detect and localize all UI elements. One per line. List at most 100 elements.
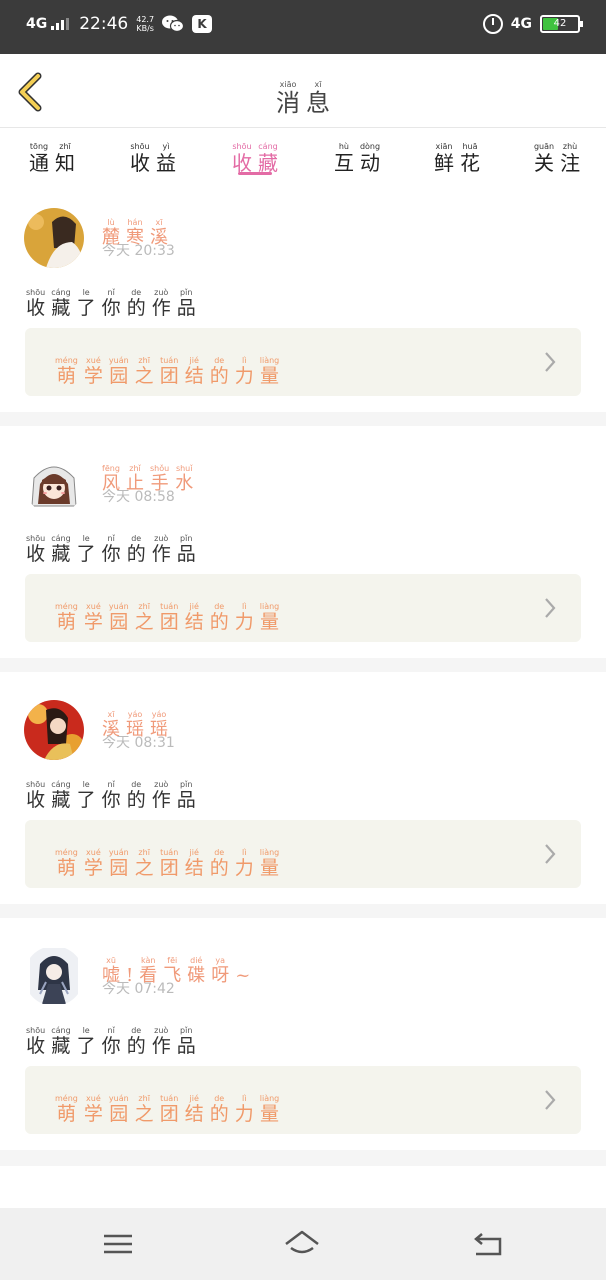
tab-label-char: xiān 鲜 xyxy=(434,142,454,175)
work-title-char: liàng 量 xyxy=(259,848,280,879)
action-char: zuò 作 xyxy=(151,1026,171,1057)
user-name-char: ya 呀 xyxy=(211,956,230,986)
tab-1[interactable]: shōu 收 yì 益 xyxy=(118,134,188,175)
work-title-char: méng 萌 xyxy=(55,356,78,387)
tab-2[interactable]: shōu 收 cáng 藏 xyxy=(220,134,290,175)
message-item: xī 溪 yáo 瑶 yáo 瑶今天 08:31 shōu 收 cáng 藏 le 了 nǐ 你 de 的 zu… xyxy=(0,672,606,902)
action-text: shōu 收 cáng 藏 le 了 nǐ 你 de 的 zuò 作 pǐn 品 xyxy=(26,772,196,810)
work-title-char: de 的 xyxy=(209,356,229,387)
tab-label-char: zhù 注 xyxy=(560,142,581,175)
work-title-char: jié 结 xyxy=(184,602,204,633)
work-title: méng 萌 xué 学 yuán 园 zhī 之 tuán 团 jié 结 de 的 lì 力 liàng 量 xyxy=(55,348,279,386)
tab-label-char: guān 关 xyxy=(533,142,555,175)
system-nav-bar xyxy=(0,1208,606,1280)
work-title-char: lì 力 xyxy=(234,602,254,633)
work-title-char: yuán 园 xyxy=(108,848,129,879)
work-link[interactable]: méng 萌 xué 学 yuán 园 zhī 之 tuán 团 jié 结 de 的 lì 力 liàng 量 xyxy=(25,820,581,888)
work-title-char: jié 结 xyxy=(184,1094,204,1125)
divider xyxy=(0,1150,606,1166)
action-char: nǐ 你 xyxy=(101,780,121,811)
action-char: zuò 作 xyxy=(151,780,171,811)
message-time: 今天 07:42 xyxy=(102,978,175,998)
work-title-char: liàng 量 xyxy=(259,602,280,633)
work-title-char: de 的 xyxy=(209,602,229,633)
action-char: pǐn 品 xyxy=(176,1026,196,1057)
action-text: shōu 收 cáng 藏 le 了 nǐ 你 de 的 zuò 作 pǐn 品 xyxy=(26,280,196,318)
action-char: le 了 xyxy=(76,534,96,565)
action-char: le 了 xyxy=(76,780,96,811)
tab-5[interactable]: guān 关 zhù 注 xyxy=(522,134,592,175)
day-label: 今天 xyxy=(102,735,130,751)
tab-label-char: cáng 藏 xyxy=(258,142,278,175)
title-char: xiāo 消 xyxy=(276,80,300,117)
tab-3[interactable]: hù 互 dòng 动 xyxy=(322,134,392,174)
tab-4[interactable]: xiān 鲜 huā 花 xyxy=(422,134,492,175)
action-char: cáng 藏 xyxy=(51,288,71,319)
action-char: pǐn 品 xyxy=(176,780,196,811)
avatar[interactable] xyxy=(24,208,84,268)
work-title-char: xué 学 xyxy=(83,602,103,633)
action-char: shōu 收 xyxy=(26,534,46,565)
work-link[interactable]: méng 萌 xué 学 yuán 园 zhī 之 tuán 团 jié 结 de 的 lì 力 liàng 量 xyxy=(25,574,581,642)
action-char: cáng 藏 xyxy=(51,534,71,565)
action-char: cáng 藏 xyxy=(51,1026,71,1057)
tab-0[interactable]: tōng 通 zhī 知 xyxy=(17,134,87,174)
alarm-icon xyxy=(482,14,503,34)
action-text: shōu 收 cáng 藏 le 了 nǐ 你 de 的 zuò 作 pǐn 品 xyxy=(26,1018,196,1056)
message-time: 今天 08:58 xyxy=(102,486,175,506)
chevron-right-icon xyxy=(545,598,556,618)
user-name-char: ~ xyxy=(235,965,251,986)
work-title-char: zhī 之 xyxy=(134,356,154,387)
day-label: 今天 xyxy=(102,981,130,997)
action-char: shōu 收 xyxy=(26,780,46,811)
work-title-char: zhī 之 xyxy=(134,848,154,879)
time-label: 08:31 xyxy=(130,735,175,751)
avatar[interactable] xyxy=(24,700,84,760)
day-label: 今天 xyxy=(102,243,130,259)
chevron-right-icon xyxy=(545,1090,556,1110)
back-icon[interactable] xyxy=(468,1226,508,1262)
action-char: pǐn 品 xyxy=(176,534,196,565)
message-item: xū 嘘 ! kàn 看 fēi 飞 dié 碟 ya 呀 ~ 今天 07:42 shōu 收 cáng 藏… xyxy=(0,918,606,1148)
action-text: shōu 收 cáng 藏 le 了 nǐ 你 de 的 zuò 作 pǐn 品 xyxy=(26,526,196,564)
message-item: fēng 风 zhǐ 止 shǒu 手 shuǐ 水今天 08:58 shōu 收 cáng 藏 le 了… xyxy=(0,426,606,656)
avatar[interactable] xyxy=(24,454,84,514)
home-icon[interactable] xyxy=(282,1226,322,1262)
menu-icon[interactable] xyxy=(98,1226,138,1262)
work-title-char: lì 力 xyxy=(234,848,254,879)
action-char: de 的 xyxy=(126,1026,146,1057)
work-title-char: jié 结 xyxy=(184,356,204,387)
work-title-char: liàng 量 xyxy=(259,1094,280,1125)
work-title-char: jié 结 xyxy=(184,848,204,879)
message-time: 今天 08:31 xyxy=(102,732,175,752)
tab-label-char: shōu 收 xyxy=(232,142,252,175)
network-type: 4G xyxy=(26,16,48,32)
work-link[interactable]: méng 萌 xué 学 yuán 园 zhī 之 tuán 团 jié 结 de 的 lì 力 liàng 量 xyxy=(25,1066,581,1134)
work-title-char: yuán 园 xyxy=(108,602,129,633)
active-tab-indicator xyxy=(238,172,272,175)
work-title: méng 萌 xué 学 yuán 园 zhī 之 tuán 团 jié 结 de 的 lì 力 liàng 量 xyxy=(55,594,279,632)
work-title-char: xué 学 xyxy=(83,848,103,879)
chevron-right-icon xyxy=(545,352,556,372)
action-char: shōu 收 xyxy=(26,288,46,319)
work-title-char: méng 萌 xyxy=(55,848,78,879)
work-title-char: tuán 团 xyxy=(159,1094,179,1125)
time-label: 07:42 xyxy=(130,981,175,997)
user-name-char: shuǐ 水 xyxy=(175,464,194,494)
app-badge-icon: K xyxy=(192,15,213,33)
signal-icon xyxy=(51,18,70,30)
work-title-char: xué 学 xyxy=(83,1094,103,1125)
work-title-char: yuán 园 xyxy=(108,356,129,387)
tab-label-char: yì 益 xyxy=(156,142,176,175)
time-label: 08:58 xyxy=(130,489,175,505)
avatar[interactable] xyxy=(24,946,84,1006)
tab-bar: tōng 通 zhī 知 shōu 收 yì 益 shōu 收 cáng 藏 hù 互 dòng 动 xiān 鲜… xyxy=(0,128,606,180)
action-char: nǐ 你 xyxy=(101,534,121,565)
work-title-char: lì 力 xyxy=(234,1094,254,1125)
work-link[interactable]: méng 萌 xué 学 yuán 园 zhī 之 tuán 团 jié 结 de 的 lì 力 liàng 量 xyxy=(25,328,581,396)
wechat-icon xyxy=(162,15,185,33)
message-time: 今天 20:33 xyxy=(102,240,175,260)
action-char: nǐ 你 xyxy=(101,1026,121,1057)
time-label: 20:33 xyxy=(130,243,175,259)
network-type-right: 4G xyxy=(510,16,532,32)
